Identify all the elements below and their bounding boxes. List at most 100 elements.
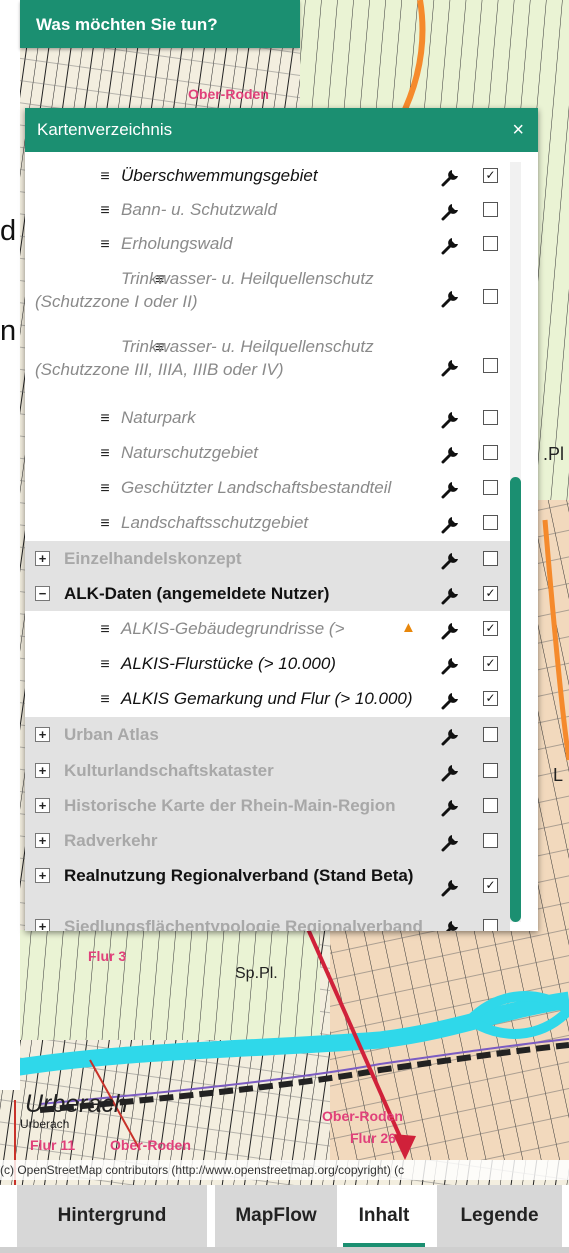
layer-row[interactable]: ≡ Naturschutzgebiet	[25, 435, 510, 471]
wrench-icon[interactable]	[440, 830, 462, 852]
layer-label: ALKIS-Gebäudegrundrisse (>	[121, 618, 345, 638]
layers-icon: ≡	[100, 236, 110, 253]
layer-group-row[interactable]: + Realnutzung Regionalverband (Stand Beta…	[25, 859, 510, 912]
layer-label-wrap: + Einzelhandelskonzept	[35, 549, 242, 569]
layer-label: Naturschutzgebiet	[121, 443, 259, 462]
map-label: Flur 3	[88, 948, 127, 964]
layer-group-row[interactable]: + Einzelhandelskonzept	[25, 541, 510, 576]
expand-icon[interactable]: +	[35, 798, 50, 813]
layer-checkbox[interactable]: ✓	[483, 655, 498, 671]
wrench-icon[interactable]	[440, 199, 462, 221]
wrench-icon[interactable]	[440, 618, 462, 640]
layer-group-row[interactable]: + Radverkehr	[25, 823, 510, 859]
layer-row[interactable]: ≡ ALKIS-Flurstücke (> 10.000) ✓	[25, 646, 510, 681]
layer-row[interactable]: ≡ Bann- u. Schutzwald	[25, 193, 510, 227]
layer-checkbox[interactable]	[483, 919, 498, 931]
map-label: Ober-Roden	[322, 1108, 403, 1124]
tab-hintergrund[interactable]: Hintergrund	[17, 1185, 207, 1247]
layer-row[interactable]: ≡ Erholungswald	[25, 227, 510, 261]
wrench-icon[interactable]	[440, 795, 462, 817]
wrench-icon[interactable]	[440, 688, 462, 710]
expand-icon[interactable]: +	[35, 727, 50, 742]
layer-checkbox[interactable]	[483, 798, 498, 813]
layer-row[interactable]: ≡ Geschützter Landschaftsbestandteil	[25, 471, 510, 505]
what-to-do-header[interactable]: Was möchten Sie tun?	[20, 0, 300, 48]
close-icon[interactable]: ×	[512, 108, 524, 152]
layer-row[interactable]: ≡ ALKIS-Gebäudegrundrisse (> ▲ ✓	[25, 611, 510, 646]
layer-checkbox[interactable]	[483, 515, 498, 530]
layers-icon: ≡	[100, 691, 110, 708]
layer-row[interactable]: ≡Trinkwasser- u. Heilquellenschutz (Schu…	[25, 331, 510, 401]
layer-group-label: Einzelhandelskonzept	[64, 548, 242, 568]
layers-icon: ≡	[100, 445, 110, 462]
layer-checkbox[interactable]	[483, 727, 498, 742]
page-text-fragment: n	[0, 315, 17, 347]
wrench-icon[interactable]	[440, 760, 462, 782]
layer-checkbox[interactable]: ✓	[483, 877, 498, 893]
expand-icon[interactable]: +	[35, 868, 50, 883]
layer-group-row[interactable]: + Historische Karte der Rhein-Main-Region	[25, 789, 510, 823]
layer-label: Landschaftsschutzgebiet	[121, 513, 309, 532]
wrench-icon[interactable]	[440, 875, 462, 897]
layer-label-wrap: ≡ Erholungswald	[95, 234, 233, 254]
layer-checkbox[interactable]	[483, 480, 498, 495]
layer-group-label: Realnutzung Regionalverband (Stand Beta)	[64, 866, 414, 885]
layer-checkbox[interactable]	[483, 289, 498, 304]
expand-icon[interactable]: +	[35, 550, 50, 566]
expand-icon[interactable]: +	[35, 919, 50, 931]
wrench-icon[interactable]	[440, 724, 462, 746]
layers-icon: ≡	[100, 168, 110, 185]
layer-checkbox[interactable]: ✓	[483, 620, 498, 636]
layer-label: Geschützter Landschaftsbestandteil	[121, 478, 392, 497]
wrench-icon[interactable]	[440, 548, 462, 570]
layer-checkbox[interactable]	[483, 550, 498, 566]
page-text-fragment: d	[0, 215, 17, 247]
wrench-icon[interactable]	[440, 583, 462, 605]
layer-group-row[interactable]: + Urban Atlas	[25, 717, 510, 753]
layer-list[interactable]: ≡ Überschwemmungsgebiet ✓ ≡ Bann- u. Schutzw…	[25, 152, 538, 931]
expand-icon[interactable]: +	[35, 763, 50, 778]
layer-group-row[interactable]: + Siedlungsflächentypologie Regionalverba…	[25, 912, 510, 931]
tab-legende[interactable]: Legende	[437, 1185, 562, 1247]
tab-inhalt[interactable]: Inhalt	[337, 1185, 431, 1247]
layer-checkbox[interactable]	[483, 763, 498, 778]
layer-row[interactable]: ≡ Landschaftsschutzgebiet	[25, 505, 510, 541]
layer-checkbox[interactable]	[483, 445, 498, 460]
wrench-icon[interactable]	[440, 286, 462, 308]
wrench-icon[interactable]	[440, 165, 462, 187]
layer-label: Trinkwasser- u. Heilquellenschutz (Schut…	[35, 269, 374, 311]
layer-label-wrap: ≡ Naturschutzgebiet	[95, 443, 258, 463]
layer-group-label: Urban Atlas	[64, 725, 159, 744]
layers-icon: ≡	[100, 515, 110, 532]
layer-group-row[interactable]: − ALK-Daten (angemeldete Nutzer) ✓	[25, 576, 510, 611]
wrench-icon[interactable]	[440, 233, 462, 255]
layer-checkbox[interactable]: ✓	[483, 168, 498, 183]
wrench-icon[interactable]	[440, 477, 462, 499]
scrollbar-thumb[interactable]	[510, 477, 521, 922]
layer-row[interactable]: ≡Trinkwasser- u. Heilquellenschutz (Schu…	[25, 263, 510, 331]
layer-row[interactable]: ≡ Naturpark	[25, 401, 510, 435]
wrench-icon[interactable]	[440, 442, 462, 464]
layer-checkbox[interactable]	[483, 358, 498, 373]
layer-label: Erholungswald	[121, 234, 233, 253]
layer-checkbox[interactable]: ✓	[483, 585, 498, 601]
wrench-icon[interactable]	[440, 653, 462, 675]
layer-checkbox[interactable]: ✓	[483, 691, 498, 706]
layer-checkbox[interactable]	[483, 202, 498, 217]
collapse-icon[interactable]: −	[35, 585, 50, 601]
layer-checkbox[interactable]	[483, 410, 498, 425]
expand-icon[interactable]: +	[35, 833, 50, 848]
layer-checkbox[interactable]	[483, 833, 498, 848]
layer-group-label: Siedlungsflächentypologie Regionalverban…	[64, 917, 423, 931]
wrench-icon[interactable]	[440, 355, 462, 377]
layer-checkbox[interactable]	[483, 236, 498, 251]
wrench-icon[interactable]	[440, 512, 462, 534]
bottom-tab-bar: Hintergrund MapFlow Inhalt Legende	[0, 1185, 569, 1253]
tab-mapflow[interactable]: MapFlow	[215, 1185, 337, 1247]
layer-row[interactable]: ≡ Überschwemmungsgebiet ✓	[25, 159, 510, 193]
layers-icon: ≡	[100, 410, 110, 427]
wrench-icon[interactable]	[440, 916, 462, 931]
layer-group-row[interactable]: + Kulturlandschaftskataster	[25, 753, 510, 789]
layer-row[interactable]: ≡ ALKIS Gemarkung und Flur (> 10.000) ✓	[25, 681, 510, 717]
wrench-icon[interactable]	[440, 407, 462, 429]
